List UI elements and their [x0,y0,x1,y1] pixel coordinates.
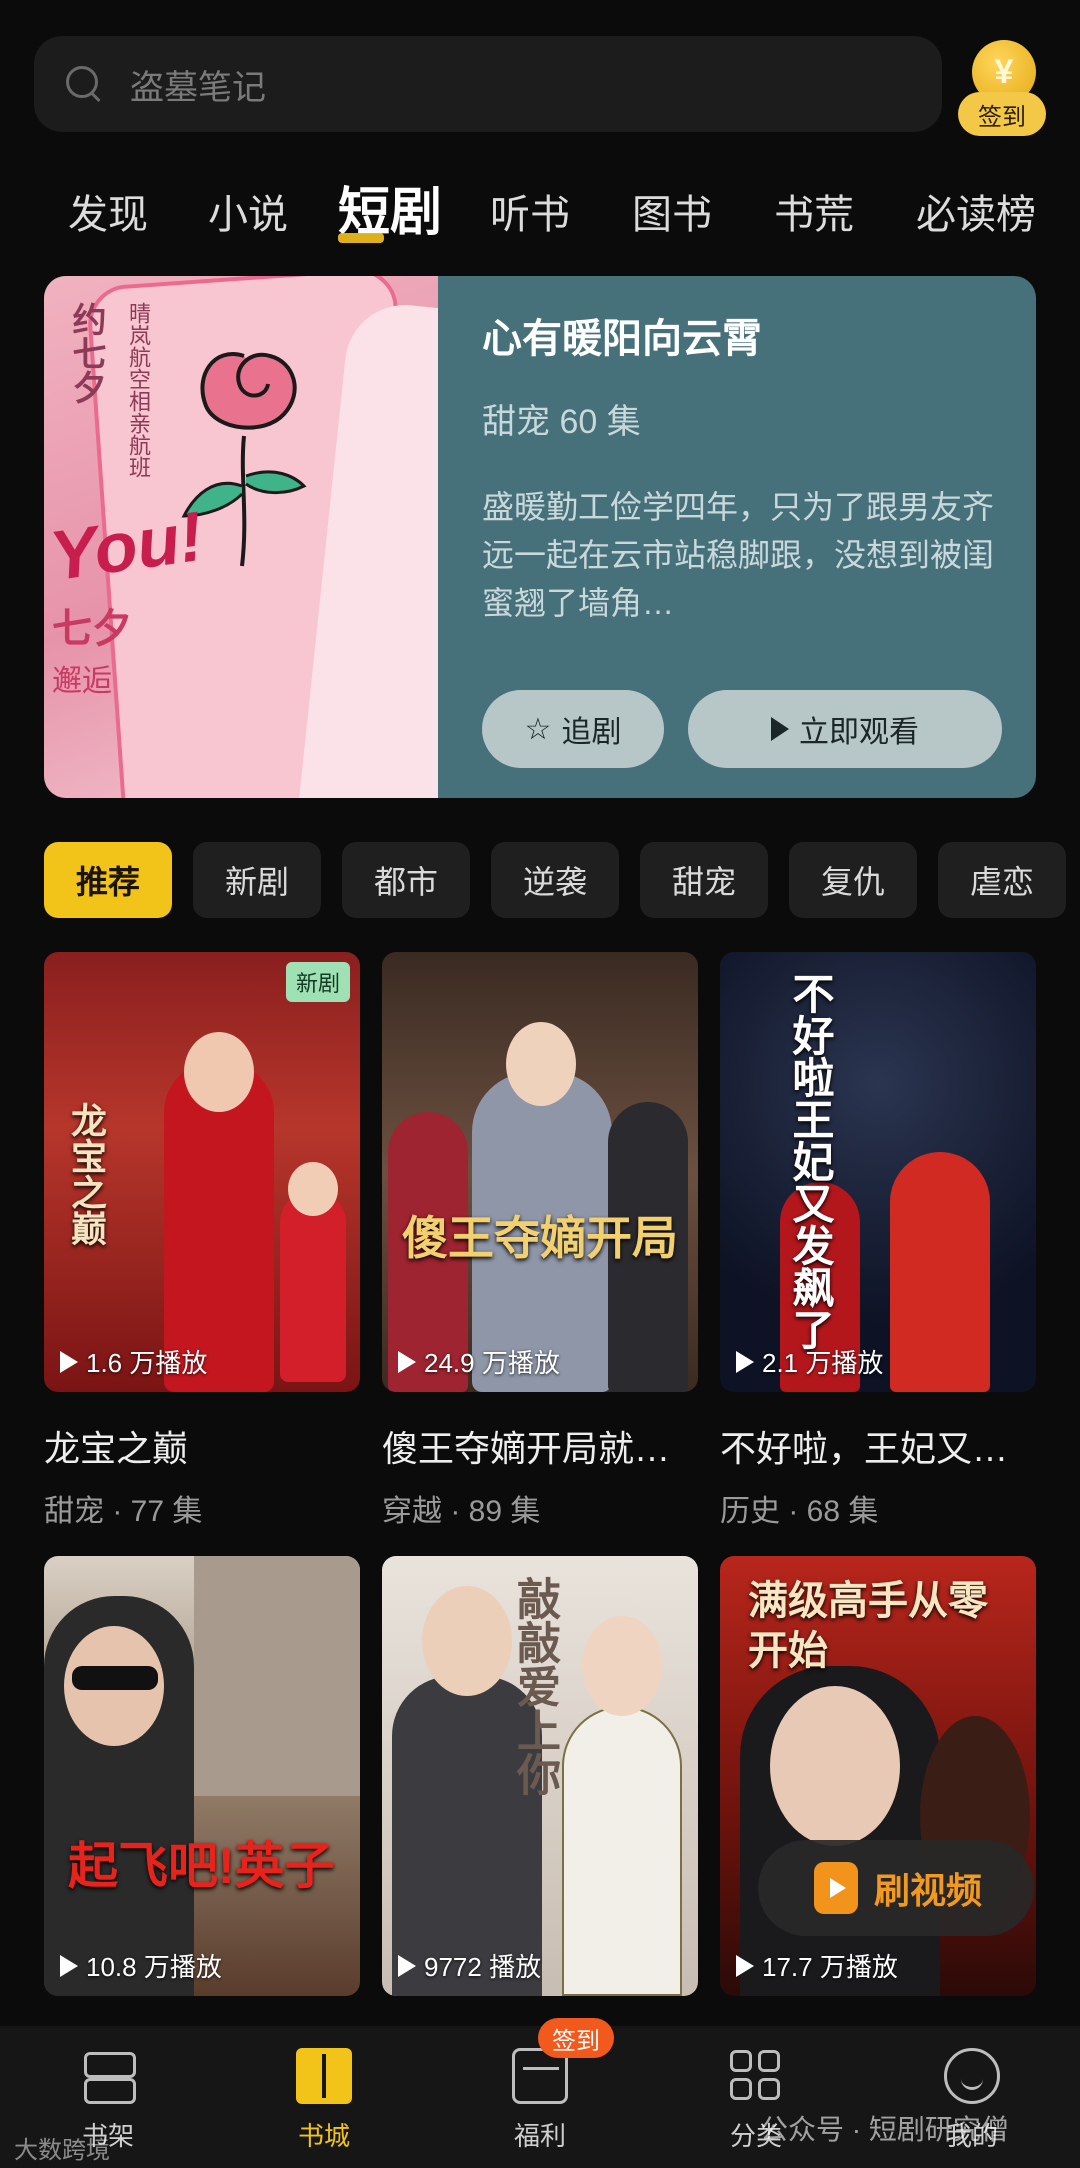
top-tabs: 发现 小说 短剧 听书 图书 书荒 必读榜 [0,168,1080,248]
watch-label: 立即观看 [799,716,919,749]
smile-icon [944,2048,1000,2104]
watermark-left: 大数跨境 [14,2137,110,2164]
new-badge: 新剧 [285,962,350,1002]
checkin-label: 签到 [958,92,1046,136]
swipe-video-button[interactable]: 刷视频 [758,1840,1034,1936]
watch-now-button[interactable]: 立即观看 [688,690,1002,768]
watermark-right: 公众号 · 短剧研究僧 [760,2114,1009,2145]
play-count: 24.9 万播放 [398,1343,560,1380]
cover-title: 满级高手从零开始 [748,1579,988,1673]
book-open-icon [296,2048,352,2104]
chip-sweet[interactable]: 甜宠 [640,842,768,918]
poster-title: 约七夕 [67,302,105,404]
figure-woman [562,1706,682,1996]
checkin-button[interactable]: ¥ 签到 [958,36,1054,140]
tab-books[interactable]: 图书 [632,182,712,240]
video-icon [814,1862,858,1914]
swipe-video-label: 刷视频 [874,1870,983,1911]
photo-strip [194,1556,360,1796]
drama-card[interactable]: 不好啦王妃又发飙了 2.1 万播放 不好啦，王妃又… 历史 · 68 集 [720,952,1036,1530]
play-icon [736,1350,754,1373]
drama-cover: 敲敲爱上你 9772 播放 [382,1556,698,1996]
banner-poster: 约七夕 晴岚航空相亲航班 You! 七夕 邂逅 [44,276,438,798]
figure-woman-face [184,1032,254,1112]
grid-icon [728,2048,784,2104]
nav-label: 福利 [513,2121,566,2151]
poster-qixi-text: 七夕 [52,607,132,651]
banner-description: 盛暖勤工俭学四年，只为了跟男友齐远一起在云市站稳脚跟，没想到被闺蜜翘了墙角… [482,489,995,621]
chip-urban[interactable]: 都市 [342,842,470,918]
figure-man-face [422,1586,512,1696]
chip-tragic-romance[interactable]: 虐恋 [938,842,1066,918]
drama-card[interactable]: 敲敲爱上你 9772 播放 [382,1556,698,1996]
nav-welfare[interactable]: 福利 [460,2048,620,2153]
figure-woman-face [582,1616,662,1716]
drama-card[interactable]: 龙宝之巅 新剧 1.6 万播放 龙宝之巅 甜宠 · 77 集 [44,952,360,1530]
category-chips: 推荐 新剧 都市 逆袭 甜宠 复仇 虐恋 [44,842,1080,918]
sunglasses [72,1666,158,1690]
banner-info: 心有暖阳向云霄 甜宠 60 集 盛暖勤工俭学四年，只为了跟男友齐远一起在云市站稳… [482,306,1002,627]
search-bar[interactable]: 盗墓笔记 [34,36,942,132]
nav-bookstore[interactable]: 书城 [244,2048,404,2153]
drama-card[interactable]: 起飞吧!英子 10.8 万播放 [44,1556,360,1996]
play-icon [60,1954,78,1977]
tab-must-read[interactable]: 必读榜 [916,182,1036,240]
tab-audiobook[interactable]: 听书 [490,182,570,240]
figure-man-face [770,1686,900,1846]
chip-comeback[interactable]: 逆袭 [491,842,619,918]
banner-meta: 甜宠 60 集 [482,403,641,441]
figure-man-face [506,1022,576,1106]
poster-subtitle: 晴岚航空相亲航班 [126,302,151,478]
follow-button[interactable]: ☆ 追剧 [482,690,664,768]
figure-woman [890,1152,990,1392]
play-count: 9772 播放 [398,1947,541,1984]
drama-card[interactable]: 傻王夺嫡开局 24.9 万播放 傻王夺嫡开局就… 穿越 · 89 集 [382,952,698,1530]
chip-new[interactable]: 新剧 [193,842,321,918]
play-count: 1.6 万播放 [60,1343,207,1380]
drama-meta: 甜宠 · 77 集 [44,1495,203,1528]
play-icon [736,1954,754,1977]
play-count: 2.1 万播放 [736,1343,883,1380]
nav-label: 书城 [297,2121,350,2151]
play-count: 17.7 万播放 [736,1947,898,1984]
cover-title: 敲敲爱上你 [510,1576,559,1796]
drama-cover: 起飞吧!英子 10.8 万播放 [44,1556,360,1996]
drama-cover: 不好啦王妃又发飙了 2.1 万播放 [720,952,1036,1392]
banner-title: 心有暖阳向云霄 [482,317,762,361]
featured-banner[interactable]: 约七夕 晴岚航空相亲航班 You! 七夕 邂逅 心有暖阳向云霄 甜宠 60 集 … [44,276,1036,798]
follow-label: 追剧 [561,716,622,749]
nav-checkin-badge: 签到 [538,2018,614,2058]
star-icon: ☆ [524,712,552,746]
figure-girl-face [288,1162,338,1216]
poster-xiehou-text: 邂逅 [52,665,112,698]
play-icon [60,1350,78,1373]
drama-meta: 历史 · 68 集 [720,1495,879,1528]
cover-title: 傻王夺嫡开局 [402,1212,678,1264]
drama-cover: 龙宝之巅 新剧 1.6 万播放 [44,952,360,1392]
cover-title: 不好啦王妃又发飙了 [787,972,834,1350]
play-icon [398,1954,416,1977]
tab-short-drama[interactable]: 短剧 [338,170,442,245]
play-icon [771,717,789,741]
drama-title: 傻王夺嫡开局就… [382,1428,671,1469]
cover-title: 龙宝之巅 [66,1102,107,1246]
drama-meta: 穿越 · 89 集 [382,1495,541,1528]
tab-discover[interactable]: 发现 [68,182,148,240]
play-icon [398,1350,416,1373]
bookshelf-icon [80,2048,136,2104]
search-input[interactable]: 盗墓笔记 [130,60,266,109]
drama-cover: 傻王夺嫡开局 24.9 万播放 [382,952,698,1392]
chip-recommended[interactable]: 推荐 [44,842,172,918]
play-count: 10.8 万播放 [60,1947,222,1984]
tab-novel[interactable]: 小说 [208,182,288,240]
drama-title: 龙宝之巅 [44,1428,189,1469]
cover-title: 起飞吧!英子 [68,1838,335,1894]
chip-revenge[interactable]: 复仇 [789,842,917,918]
drama-title: 不好啦，王妃又… [720,1428,1009,1469]
tab-book-shortage[interactable]: 书荒 [774,182,854,240]
figure-girl [280,1192,346,1382]
search-icon [64,64,104,104]
